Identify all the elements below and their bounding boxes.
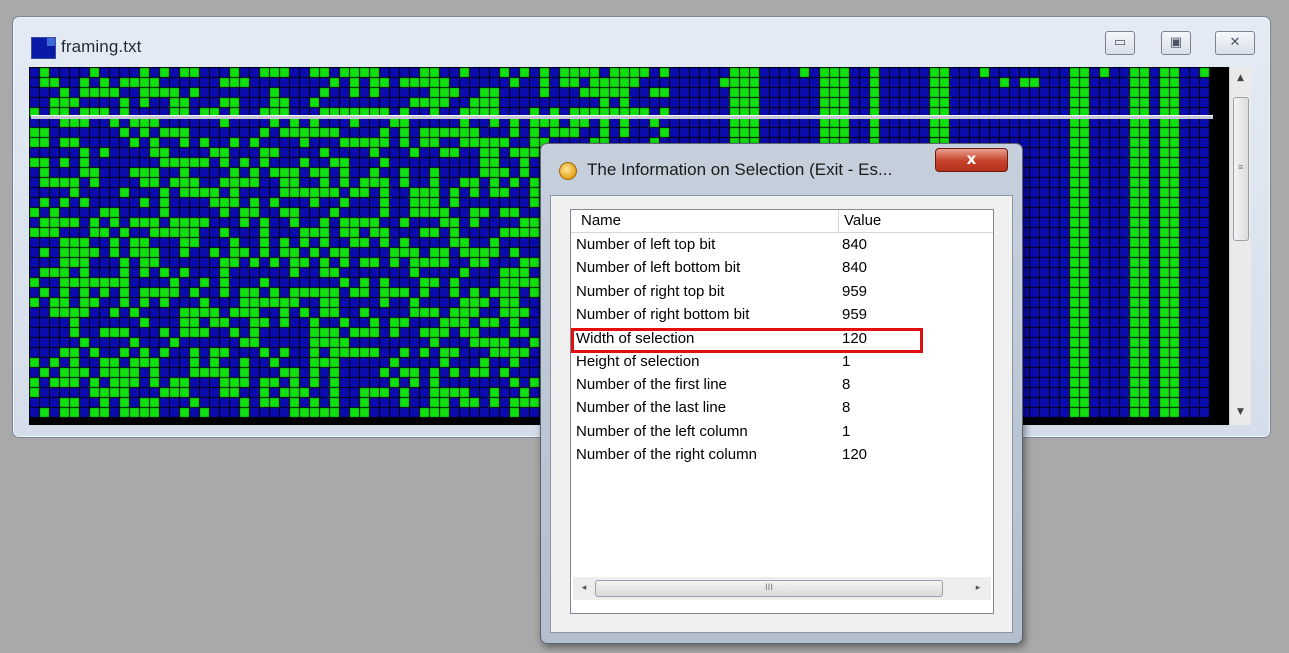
column-header-value[interactable]: Value — [844, 212, 881, 229]
scroll-right-arrow-icon[interactable]: ▸ — [969, 577, 987, 600]
row-value: 959 — [842, 306, 868, 323]
row-value: 120 — [842, 446, 868, 463]
row-value: 1 — [842, 423, 851, 440]
column-header-name[interactable]: Name — [581, 212, 621, 229]
maximize-button[interactable]: ▣ — [1161, 31, 1191, 55]
vertical-scrollbar[interactable]: ▲ ≡ ▼ — [1229, 67, 1251, 425]
row-name: Number of the left column — [576, 423, 748, 440]
dialog-close-button[interactable]: x — [935, 148, 1008, 172]
row-name: Number of left bottom bit — [576, 259, 741, 276]
list-item[interactable]: Number of left bottom bit 840 — [571, 257, 993, 280]
horizontal-scroll-thumb[interactable]: III — [595, 580, 943, 597]
horizontal-scrollbar[interactable]: ◂ III ▸ — [573, 577, 991, 600]
dialog-client-area: Name Value Number of left top bit 840 Nu… — [550, 195, 1013, 633]
close-button[interactable]: ✕ — [1215, 31, 1255, 55]
row-value: 8 — [842, 376, 851, 393]
scroll-left-arrow-icon[interactable]: ◂ — [575, 577, 593, 600]
title-bar[interactable]: framing.txt ▭ ▣ ✕ — [13, 17, 1270, 65]
selection-line — [31, 115, 1213, 119]
list-item[interactable]: Number of right bottom bit 959 — [571, 304, 993, 327]
grip-icon: ≡ — [1238, 162, 1244, 172]
window-title: framing.txt — [61, 37, 142, 56]
row-value: 1 — [842, 353, 851, 370]
list-item[interactable]: Number of the right column 120 — [571, 444, 993, 467]
app-icon — [31, 37, 56, 59]
vertical-scroll-thumb[interactable]: ≡ — [1233, 97, 1249, 241]
row-value: 840 — [842, 259, 868, 276]
list-item[interactable]: Number of the first line 8 — [571, 374, 993, 397]
row-value: 959 — [842, 283, 868, 300]
list-item[interactable]: Number of the left column 1 — [571, 421, 993, 444]
highlight-box — [571, 328, 923, 353]
row-name: Number of right bottom bit — [576, 306, 750, 323]
selection-info-dialog: The Information on Selection (Exit - Es.… — [540, 143, 1023, 644]
row-name: Number of left top bit — [576, 236, 716, 253]
row-name: Number of right top bit — [576, 283, 725, 300]
list-item[interactable]: Height of selection 1 — [571, 351, 993, 374]
scroll-down-arrow-icon[interactable]: ▼ — [1230, 403, 1251, 421]
selection-info-list[interactable]: Name Value Number of left top bit 840 Nu… — [570, 209, 994, 614]
dialog-title: The Information on Selection (Exit - Es.… — [587, 160, 893, 179]
scroll-up-arrow-icon[interactable]: ▲ — [1230, 69, 1251, 87]
list-item[interactable]: Number of left top bit 840 — [571, 234, 993, 257]
dialog-app-icon — [559, 162, 577, 180]
row-value: 840 — [842, 236, 868, 253]
row-name: Height of selection — [576, 353, 700, 370]
row-name: Number of the right column — [576, 446, 757, 463]
list-item[interactable]: Number of right top bit 959 — [571, 281, 993, 304]
list-item[interactable]: Number of the last line 8 — [571, 397, 993, 420]
minimize-button[interactable]: ▭ — [1105, 31, 1135, 55]
column-separator[interactable] — [838, 210, 839, 232]
row-value: 8 — [842, 399, 851, 416]
row-name: Number of the first line — [576, 376, 727, 393]
row-name: Number of the last line — [576, 399, 727, 416]
list-header: Name Value — [571, 210, 993, 233]
